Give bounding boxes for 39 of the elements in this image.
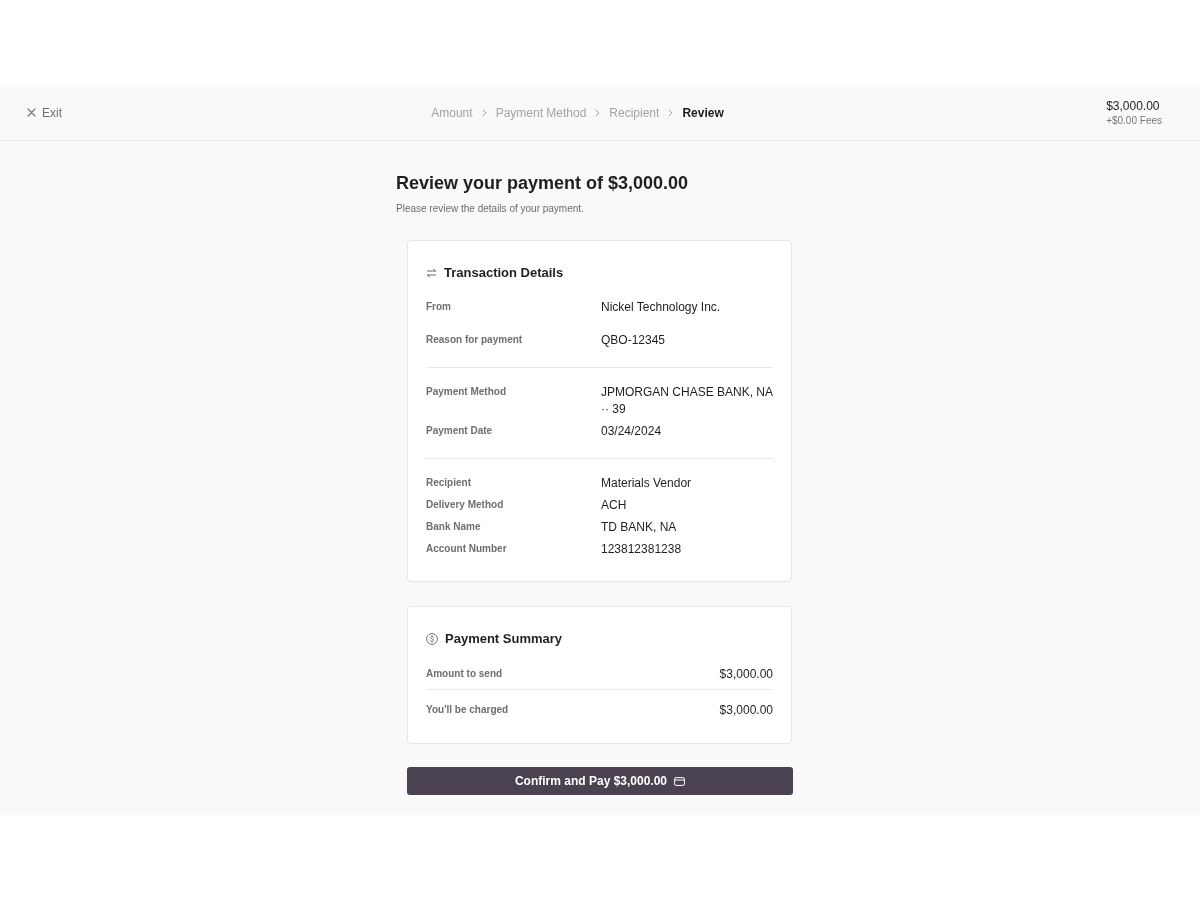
chevron-right-icon bbox=[595, 108, 601, 117]
field-label: Payment Method bbox=[426, 385, 507, 399]
field-value: JPMORGAN CHASE BANK, NA ·· 39 bbox=[601, 384, 773, 418]
field-value: QBO-12345 bbox=[601, 332, 667, 349]
step-link[interactable]: Review bbox=[682, 103, 724, 122]
step-link[interactable]: Recipient bbox=[609, 103, 660, 122]
field-label: Bank Name bbox=[426, 520, 482, 534]
total-amount: $3,000.00 bbox=[1106, 97, 1160, 114]
confirm-pay-button[interactable]: Confirm and Pay $3,000.00 bbox=[407, 767, 793, 795]
field-label: Recipient bbox=[426, 476, 472, 490]
step-link[interactable]: Payment Method bbox=[495, 103, 587, 122]
chevron-right-icon bbox=[668, 108, 674, 117]
field-value: Nickel Technology Inc. bbox=[601, 299, 722, 316]
field-label: Reason for payment bbox=[426, 333, 524, 347]
summary-value: $3,000.00 bbox=[719, 702, 773, 719]
field-value: 03/24/2024 bbox=[601, 423, 663, 440]
chevron-right-icon bbox=[481, 108, 487, 117]
page-subtitle: Please review the details of your payment. bbox=[396, 202, 585, 216]
field-value: Materials Vendor bbox=[601, 475, 693, 492]
summary-label: Amount to send bbox=[426, 667, 503, 681]
field-value: TD BANK, NA bbox=[601, 519, 678, 536]
card-title: Transaction Details bbox=[444, 264, 564, 283]
dollar-circle-icon bbox=[426, 633, 438, 645]
swap-arrows-icon bbox=[426, 268, 437, 278]
field-value: 123812381238 bbox=[601, 541, 683, 558]
field-label: Delivery Method bbox=[426, 498, 505, 512]
field-label: Payment Date bbox=[426, 424, 494, 438]
credit-card-icon bbox=[674, 776, 686, 786]
fees-text: +$0.00 Fees bbox=[1106, 113, 1162, 128]
field-value: ACH bbox=[601, 497, 628, 514]
summary-value: $3,000.00 bbox=[719, 666, 773, 683]
field-label: From bbox=[426, 300, 452, 314]
close-icon bbox=[27, 108, 36, 117]
exit-button[interactable]: Exit bbox=[27, 103, 62, 122]
step-link[interactable]: Amount bbox=[431, 103, 473, 122]
page-title: Review your payment of $3,000.00 bbox=[396, 172, 690, 194]
summary-label: You'll be charged bbox=[426, 703, 509, 717]
field-label: Account Number bbox=[426, 542, 508, 556]
card-title: Payment Summary bbox=[445, 630, 563, 649]
